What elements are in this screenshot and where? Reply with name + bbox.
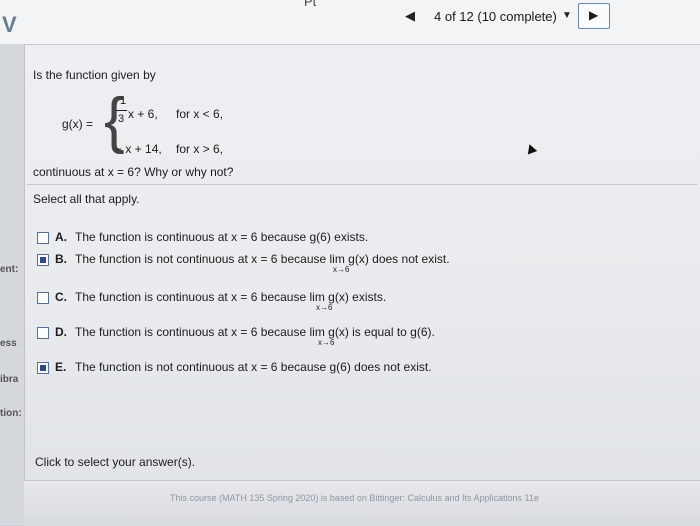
fraction-denominator: 3 — [118, 113, 125, 125]
sidebar-fragment-1[interactable]: ent: — [0, 264, 18, 275]
logo-fragment: V — [2, 12, 17, 37]
option-letter: B. — [55, 252, 67, 266]
top-title-fragment: Pt — [304, 0, 317, 9]
course-note: This course (MATH 135 Spring 2020) is ba… — [170, 493, 539, 503]
select-answer-hint[interactable]: Click to select your answer(s). — [35, 455, 195, 469]
piece-1-expression: x + 6, — [128, 107, 158, 121]
checkbox-a[interactable] — [37, 232, 49, 244]
question-outro: continuous at x = 6? Why or why not? — [33, 165, 234, 179]
option-text[interactable]: The function is continuous at x = 6 beca… — [75, 325, 435, 339]
limit-subscript: x→6 — [318, 338, 335, 347]
checkbox-d[interactable] — [37, 327, 49, 339]
option-text[interactable]: The function is not continuous at x = 6 … — [75, 360, 432, 374]
previous-question-icon[interactable]: ◀ — [405, 8, 415, 24]
checkbox-b[interactable] — [37, 254, 49, 266]
piece-2-condition: for x > 6, — [176, 142, 224, 156]
checkbox-c[interactable] — [37, 292, 49, 304]
fraction-numerator: 1 — [120, 95, 127, 107]
page: V Pt ◀ 4 of 12 (10 complete) ▼ ▶ ent: es… — [0, 0, 700, 526]
option-text[interactable]: The function is not continuous at x = 6 … — [75, 252, 450, 266]
option-b[interactable]: B. The function is not continuous at x =… — [37, 252, 597, 274]
bottom-bar — [24, 480, 700, 526]
option-e[interactable]: E. The function is not continuous at x =… — [37, 360, 597, 376]
option-text[interactable]: The function is continuous at x = 6 beca… — [75, 230, 368, 244]
function-label: g(x) = — [62, 117, 94, 131]
option-c[interactable]: C. The function is continuous at x = 6 b… — [37, 290, 557, 312]
next-arrow-icon: ▶ — [589, 8, 599, 22]
piece-2-expression: − x + 14, — [115, 142, 162, 156]
option-letter: D. — [55, 325, 67, 339]
section-divider — [27, 184, 697, 185]
option-d[interactable]: D. The function is continuous at x = 6 b… — [37, 325, 597, 347]
left-sidebar: ent: ess ibra tion: — [0, 44, 25, 525]
piece-1-condition: for x < 6, — [176, 107, 224, 121]
option-a[interactable]: A. The function is continuous at x = 6 b… — [37, 230, 557, 246]
checkbox-e[interactable] — [37, 362, 49, 374]
sidebar-fragment-2[interactable]: ess — [0, 338, 17, 349]
mouse-cursor-icon — [524, 142, 538, 155]
question-intro: Is the function given by — [33, 68, 156, 82]
instruction-text: Select all that apply. — [33, 192, 140, 206]
sidebar-fragment-3[interactable]: ibra — [0, 374, 18, 385]
limit-subscript: x→6 — [333, 265, 350, 274]
limit-subscript: x→6 — [316, 303, 333, 312]
option-letter: A. — [55, 230, 67, 244]
next-question-button[interactable]: ▶ — [578, 3, 610, 29]
option-text[interactable]: The function is continuous at x = 6 beca… — [75, 290, 386, 304]
fraction-bar — [116, 110, 127, 111]
chevron-down-icon[interactable]: ▼ — [562, 10, 572, 21]
sidebar-fragment-4[interactable]: tion: — [0, 408, 22, 419]
question-progress[interactable]: 4 of 12 (10 complete) — [434, 9, 557, 24]
top-toolbar: V Pt ◀ 4 of 12 (10 complete) ▼ ▶ — [0, 0, 700, 45]
option-letter: E. — [55, 360, 67, 374]
option-letter: C. — [55, 290, 67, 304]
